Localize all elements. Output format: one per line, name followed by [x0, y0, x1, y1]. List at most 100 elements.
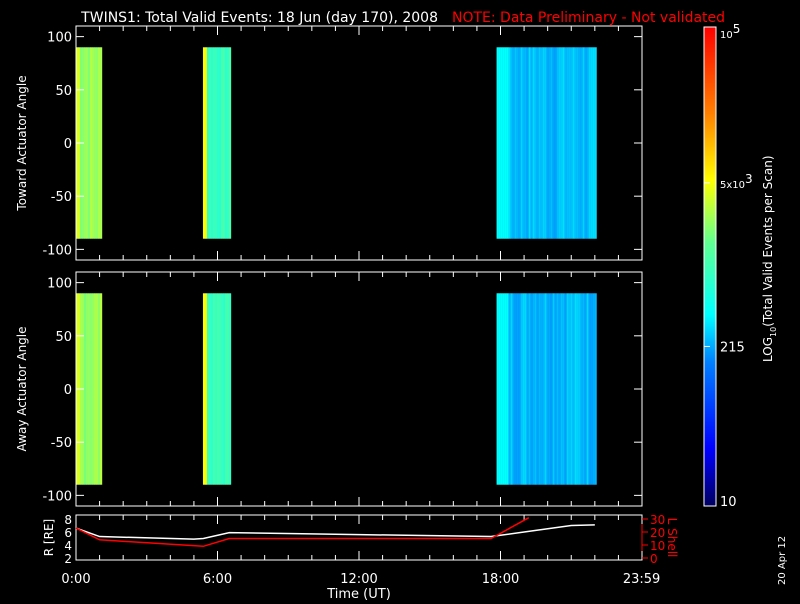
- data-stripe: [528, 293, 531, 485]
- data-stripe: [594, 293, 597, 485]
- data-stripe: [516, 47, 519, 239]
- data-stripe: [208, 293, 212, 485]
- data-stripe: [226, 47, 230, 239]
- data-stripe: [566, 293, 569, 485]
- y-tick-label: -50: [51, 436, 72, 451]
- data-block: [496, 293, 597, 485]
- data-block: [496, 47, 597, 239]
- data-stripe: [88, 293, 91, 485]
- y-tick-label: -50: [51, 190, 72, 205]
- data-stripe: [512, 293, 515, 485]
- data-stripe: [564, 293, 567, 485]
- data-stripe: [228, 293, 232, 485]
- data-stripe: [96, 293, 99, 485]
- heatmap-panel-top: 100 50 0 -50 -100 Toward Actuator Angle: [15, 25, 643, 261]
- data-stripe: [504, 293, 507, 485]
- y-tick-label: 0: [64, 137, 72, 152]
- x-tick-label: 0:00: [61, 572, 90, 587]
- data-stripe: [578, 293, 581, 485]
- data-stripe: [500, 47, 503, 239]
- data-stripe: [564, 47, 567, 239]
- data-stripe: [546, 47, 549, 239]
- data-stripe: [546, 293, 549, 485]
- data-stripe: [524, 47, 527, 239]
- data-stripe: [520, 293, 523, 485]
- data-stripe: [562, 47, 565, 239]
- colorbar-tick-label: 215: [720, 340, 745, 355]
- data-stripe: [532, 293, 535, 485]
- data-stripe: [506, 293, 509, 485]
- data-stripe: [592, 47, 595, 239]
- heatmap-panel-middle: 100 50 0 -50 -100 Away Actuator Angle: [15, 271, 643, 507]
- x-tick-label: 12:00: [340, 572, 377, 587]
- data-stripe: [210, 47, 214, 239]
- data-stripe: [224, 47, 228, 239]
- data-stripe: [86, 47, 89, 239]
- data-stripe: [222, 47, 226, 239]
- x-tick-label: 23:59: [623, 572, 660, 587]
- data-stripe: [204, 47, 208, 239]
- data-stripe: [536, 293, 539, 485]
- data-stripe: [522, 47, 525, 239]
- data-stripe: [586, 293, 589, 485]
- data-stripe: [220, 293, 224, 485]
- data-stripe: [216, 47, 220, 239]
- data-stripe: [518, 293, 521, 485]
- data-stripe: [574, 293, 577, 485]
- data-stripe: [568, 47, 571, 239]
- x-tick-label: 6:00: [203, 572, 232, 587]
- data-stripe: [588, 47, 591, 239]
- data-stripe: [206, 293, 210, 485]
- data-stripe: [498, 47, 501, 239]
- left-axis-label: R [RE]: [42, 519, 56, 556]
- data-stripe: [584, 47, 587, 239]
- data-stripe: [560, 47, 563, 239]
- left-tick-label: 4: [64, 539, 72, 553]
- data-stripe: [556, 293, 559, 485]
- y-tick-label: 100: [47, 277, 72, 292]
- data-stripe: [576, 47, 579, 239]
- data-stripe: [94, 47, 97, 239]
- right-tick-label: 20: [650, 526, 665, 540]
- data-stripe: [98, 47, 101, 239]
- data-stripe: [588, 293, 591, 485]
- data-stripe: [218, 47, 222, 239]
- data-stripe: [570, 293, 573, 485]
- data-stripe: [498, 293, 501, 485]
- data-stripe: [496, 293, 499, 485]
- data-stripe: [558, 293, 561, 485]
- title-main: TWINS1: Total Valid Events: 18 Jun (day …: [80, 10, 438, 26]
- series-line-r: [75, 524, 595, 540]
- data-stripe: [86, 293, 89, 485]
- data-stripe: [554, 47, 557, 239]
- data-stripe: [540, 293, 543, 485]
- data-stripe: [572, 47, 575, 239]
- data-stripe: [520, 47, 523, 239]
- y-axis-label: Toward Actuator Angle: [15, 75, 29, 211]
- data-stripe: [222, 293, 226, 485]
- data-stripe: [544, 47, 547, 239]
- data-stripe: [224, 293, 228, 485]
- colorbar-tick-label: 5x103: [720, 172, 753, 191]
- right-tick-label: 10: [650, 539, 665, 553]
- date-stamp: 20 Apr 12: [777, 536, 788, 585]
- data-stripe: [542, 47, 545, 239]
- data-stripe: [574, 47, 577, 239]
- data-stripe: [214, 293, 218, 485]
- left-tick-label: 2: [64, 552, 72, 566]
- data-stripe: [556, 47, 559, 239]
- data-stripe: [580, 293, 583, 485]
- data-stripe: [208, 47, 212, 239]
- data-stripe: [210, 293, 214, 485]
- data-stripe: [214, 47, 218, 239]
- y-tick-label: -100: [42, 489, 72, 504]
- data-stripe: [586, 47, 589, 239]
- data-stripe: [84, 293, 87, 485]
- data-stripe: [582, 293, 585, 485]
- data-stripe: [508, 293, 511, 485]
- colorbar-tick-label: 10: [720, 495, 737, 510]
- data-stripe: [516, 293, 519, 485]
- data-stripe: [538, 293, 541, 485]
- data-stripe: [548, 293, 551, 485]
- left-tick-label: 6: [64, 526, 72, 540]
